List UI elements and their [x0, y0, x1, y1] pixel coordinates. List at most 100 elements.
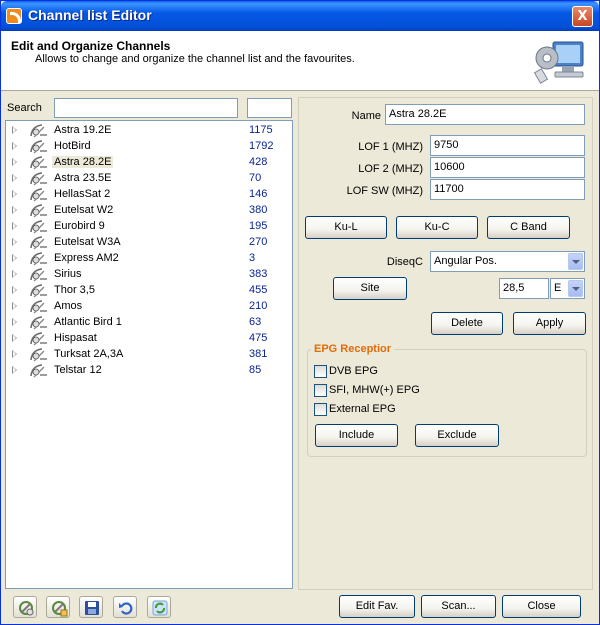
epg-group-title: EPG Receptior: [311, 343, 395, 355]
edit-favourites-button[interactable]: Edit Fav.: [339, 595, 415, 618]
expand-arrow-icon[interactable]: [12, 350, 17, 358]
add-satellite-button[interactable]: [13, 596, 37, 618]
satellite-dish-icon: [30, 236, 47, 250]
chevron-down-icon[interactable]: [568, 280, 583, 297]
expand-arrow-icon[interactable]: [12, 254, 17, 262]
satellite-dish-icon: [30, 252, 47, 266]
satellite-row[interactable]: Amos 210: [6, 299, 292, 315]
external-epg-checkbox[interactable]: [314, 403, 327, 416]
satellite-row[interactable]: Astra 28.2E 428: [6, 155, 292, 171]
site-position-field[interactable]: 28,5: [499, 278, 549, 299]
channel-count: 210: [249, 300, 268, 312]
expand-arrow-icon[interactable]: [12, 318, 17, 326]
site-button[interactable]: Site: [333, 277, 407, 300]
satellite-name: Sirius: [54, 268, 82, 280]
chevron-down-icon[interactable]: [568, 253, 583, 270]
satellite-row[interactable]: Atlantic Bird 1 63: [6, 315, 292, 331]
sfi-mhw-epg-label: SFI, MHW(+) EPG: [329, 384, 420, 396]
undo-button[interactable]: [113, 596, 137, 618]
direction-select[interactable]: E: [550, 278, 585, 299]
satellite-name: Astra 28.2E: [52, 156, 114, 168]
satellite-name: Telstar 12: [54, 364, 102, 376]
expand-arrow-icon[interactable]: [12, 190, 17, 198]
expand-arrow-icon[interactable]: [12, 302, 17, 310]
lofsw-field[interactable]: 11700: [430, 179, 585, 200]
satellite-row[interactable]: Eutelsat W3A 270: [6, 235, 292, 251]
satellite-row[interactable]: Eutelsat W2 380: [6, 203, 292, 219]
expand-arrow-icon[interactable]: [12, 206, 17, 214]
search-number-input[interactable]: [247, 98, 292, 118]
name-label: Name: [351, 110, 381, 122]
lof1-field[interactable]: 9750: [430, 135, 585, 156]
search-input[interactable]: [54, 98, 238, 118]
header-title: Edit and Organize Channels: [11, 39, 171, 53]
close-button[interactable]: Close: [502, 595, 581, 618]
undo-icon: [119, 602, 133, 615]
expand-arrow-icon[interactable]: [12, 286, 17, 294]
save-icon: [85, 601, 99, 615]
satellite-dish-icon: [30, 284, 47, 298]
satellite-dish-icon: [30, 204, 47, 218]
satellite-list[interactable]: Astra 19.2E 1175 HotBird 1792 Astra 28.2E 428…: [5, 120, 293, 589]
ku-l-button[interactable]: Ku-L: [305, 216, 387, 239]
satellite-row[interactable]: Hispasat 475: [6, 331, 292, 347]
search-label: Search: [7, 102, 42, 114]
scan-button[interactable]: Scan...: [421, 595, 496, 618]
expand-arrow-icon[interactable]: [12, 334, 17, 342]
expand-arrow-icon[interactable]: [12, 142, 17, 150]
satellite-row[interactable]: Telstar 12 85: [6, 363, 292, 379]
expand-arrow-icon[interactable]: [12, 238, 17, 246]
channel-count: 270: [249, 236, 268, 248]
lof2-label: LOF 2 (MHZ): [358, 163, 423, 175]
satellite-name: Hispasat: [54, 332, 97, 344]
refresh-button[interactable]: [147, 596, 171, 618]
exclude-button[interactable]: Exclude: [415, 424, 499, 447]
satellite-name: Astra 23.5E: [54, 172, 112, 184]
satellite-row[interactable]: HotBird 1792: [6, 139, 292, 155]
channel-count: 383: [249, 268, 268, 280]
satellite-row[interactable]: Astra 19.2E 1175: [6, 123, 292, 139]
satellite-dish-icon: [30, 172, 47, 186]
sfi-mhw-epg-checkbox[interactable]: [314, 384, 327, 397]
name-field[interactable]: Astra 28.2E: [385, 104, 585, 125]
channel-count: 70: [249, 172, 262, 184]
expand-arrow-icon[interactable]: [12, 126, 17, 134]
satellite-row[interactable]: Eurobird 9 195: [6, 219, 292, 235]
satellite-dish-icon: [30, 220, 47, 234]
window-title: Channel list Editor: [28, 7, 152, 23]
edit-satellite-icon: [52, 601, 68, 617]
apply-button[interactable]: Apply: [513, 312, 586, 335]
c-band-button[interactable]: C Band: [487, 216, 570, 239]
channel-count: 475: [249, 332, 268, 344]
dvb-epg-checkbox[interactable]: [314, 365, 327, 378]
save-button[interactable]: [79, 596, 103, 618]
expand-arrow-icon[interactable]: [12, 366, 17, 374]
satellite-name: Express AM2: [54, 252, 119, 264]
satellite-row[interactable]: Sirius 383: [6, 267, 292, 283]
title-bar[interactable]: Channel list Editor X: [1, 1, 599, 31]
lof2-field[interactable]: 10600: [430, 157, 585, 178]
channel-count: 428: [249, 156, 268, 168]
satellite-row[interactable]: Turksat 2A,3A 381: [6, 347, 292, 363]
satellite-row[interactable]: HellasSat 2 146: [6, 187, 292, 203]
delete-button[interactable]: Delete: [431, 312, 503, 335]
channel-count: 85: [249, 364, 262, 376]
channel-count: 1792: [249, 140, 274, 152]
satellite-row[interactable]: Express AM2 3: [6, 251, 292, 267]
expand-arrow-icon[interactable]: [12, 270, 17, 278]
rss-app-icon: [6, 8, 22, 24]
satellite-name: Thor 3,5: [54, 284, 95, 296]
ku-c-button[interactable]: Ku-C: [396, 216, 478, 239]
expand-arrow-icon[interactable]: [12, 174, 17, 182]
direction-selected-value: E: [554, 282, 562, 294]
diseqc-select[interactable]: Angular Pos.: [430, 251, 585, 272]
satellite-row[interactable]: Thor 3,5 455: [6, 283, 292, 299]
satellite-dish-icon: [30, 124, 47, 138]
expand-arrow-icon[interactable]: [12, 158, 17, 166]
expand-arrow-icon[interactable]: [12, 222, 17, 230]
edit-satellite-button[interactable]: [46, 596, 70, 618]
window-close-button[interactable]: X: [572, 6, 593, 27]
satellite-name: HellasSat 2: [54, 188, 111, 200]
satellite-row[interactable]: Astra 23.5E 70: [6, 171, 292, 187]
include-button[interactable]: Include: [315, 424, 398, 447]
